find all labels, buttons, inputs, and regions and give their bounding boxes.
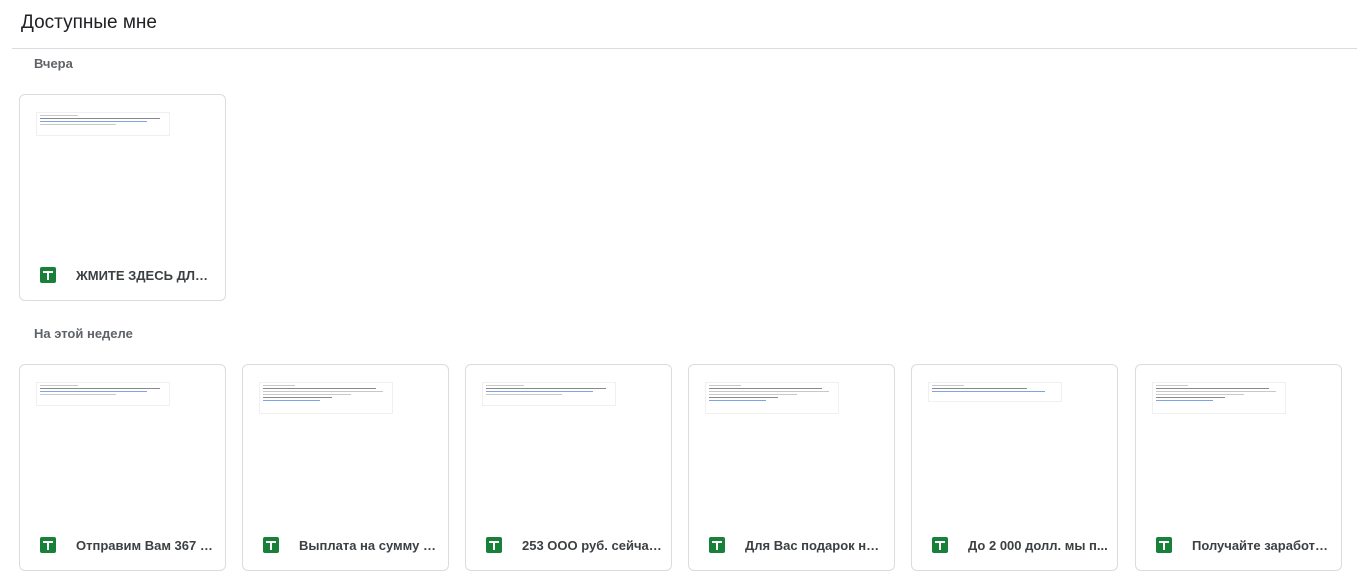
section-label-this-week: На этой неделе: [34, 326, 133, 341]
file-card[interactable]: Получайте заработа...: [1135, 364, 1342, 571]
file-card-footer: Отправим Вам 367 д...: [20, 522, 225, 570]
file-name: 253 ООО руб. сейчас....: [522, 538, 662, 553]
file-name: До 2 000 долл. мы п...: [968, 538, 1108, 553]
sheets-icon: [40, 267, 56, 283]
title-divider: [12, 48, 1357, 49]
shared-with-me-page: Доступные мне Вчера ЖМИТЕ ЗДЕСЬ ДЛЯ ... …: [0, 0, 1357, 587]
file-card[interactable]: Выплата на сумму 3...: [242, 364, 449, 571]
file-card-footer: Для Вас подарок на ...: [689, 522, 894, 570]
file-card-footer: ЖМИТЕ ЗДЕСЬ ДЛЯ ...: [20, 252, 225, 300]
file-thumbnail: [259, 382, 393, 414]
section-label-yesterday: Вчера: [34, 56, 73, 71]
file-card-footer: Выплата на сумму 3...: [243, 522, 448, 570]
file-name: ЖМИТЕ ЗДЕСЬ ДЛЯ ...: [76, 268, 216, 283]
file-card[interactable]: Отправим Вам 367 д...: [19, 364, 226, 571]
sheets-icon: [932, 537, 948, 553]
file-thumbnail: [928, 382, 1062, 402]
file-thumbnail: [36, 112, 170, 136]
file-card[interactable]: 253 ООО руб. сейчас....: [465, 364, 672, 571]
file-thumbnail: [705, 382, 839, 414]
file-thumbnail: [1152, 382, 1286, 414]
sheets-icon: [40, 537, 56, 553]
file-card[interactable]: Для Вас подарок на ...: [688, 364, 895, 571]
sheets-icon: [263, 537, 279, 553]
file-card-footer: Получайте заработа...: [1136, 522, 1341, 570]
file-thumbnail: [482, 382, 616, 406]
file-name: Получайте заработа...: [1192, 538, 1332, 553]
sheets-icon: [1156, 537, 1172, 553]
file-name: Выплата на сумму 3...: [299, 538, 439, 553]
file-card-footer: 253 ООО руб. сейчас....: [466, 522, 671, 570]
sheets-icon: [709, 537, 725, 553]
file-card[interactable]: ЖМИТЕ ЗДЕСЬ ДЛЯ ...: [19, 94, 226, 301]
sheets-icon: [486, 537, 502, 553]
file-name: Для Вас подарок на ...: [745, 538, 885, 553]
file-card[interactable]: До 2 000 долл. мы п...: [911, 364, 1118, 571]
page-title: Доступные мне: [21, 12, 157, 33]
file-thumbnail: [36, 382, 170, 406]
file-name: Отправим Вам 367 д...: [76, 538, 216, 553]
file-card-footer: До 2 000 долл. мы п...: [912, 522, 1117, 570]
